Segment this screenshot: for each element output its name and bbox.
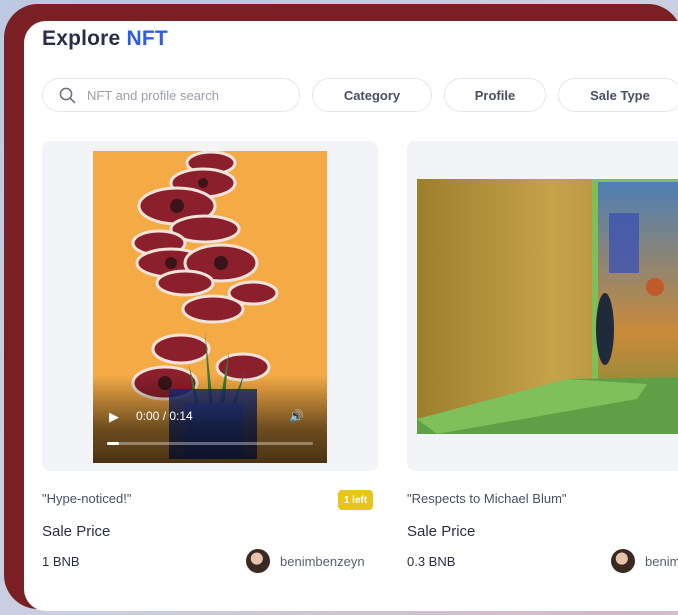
nft-image-artwork bbox=[417, 179, 678, 434]
play-icon[interactable]: ▶ bbox=[109, 409, 119, 425]
video-progress-fill bbox=[107, 442, 120, 445]
profile-filter-button[interactable]: Profile bbox=[444, 78, 546, 112]
video-time: 0:00 / 0:14 bbox=[136, 409, 193, 423]
avatar bbox=[246, 549, 270, 573]
creator-profile[interactable]: benimbenzeyn bbox=[246, 549, 365, 573]
nft-card-media[interactable]: ▶ 0:00 / 0:14 🔊 ⛶ ⋮ bbox=[42, 141, 378, 471]
video-progress-bar[interactable] bbox=[107, 442, 313, 445]
creator-profile[interactable]: benimbenzeyn bbox=[611, 549, 678, 573]
nft-video-artwork: ▶ 0:00 / 0:14 🔊 ⛶ ⋮ bbox=[93, 151, 327, 463]
sale-type-filter-button[interactable]: Sale Type bbox=[558, 78, 678, 112]
volume-icon[interactable]: 🔊 bbox=[289, 409, 304, 423]
search-icon bbox=[59, 87, 76, 103]
page-title-accent: NFT bbox=[126, 27, 168, 50]
explore-panel: Explore NFT Category Profile Sale Type bbox=[24, 21, 678, 611]
search-box[interactable] bbox=[42, 78, 300, 112]
window-frame: Explore NFT Category Profile Sale Type bbox=[4, 4, 678, 611]
sale-price-label: Sale Price bbox=[42, 523, 111, 540]
sale-price-value: 1 BNB bbox=[42, 554, 80, 569]
sale-price-label: Sale Price bbox=[407, 523, 476, 540]
nft-card-title[interactable]: "Hype-noticed!" bbox=[42, 491, 131, 506]
search-input[interactable] bbox=[85, 86, 269, 104]
category-filter-button[interactable]: Category bbox=[312, 78, 432, 112]
page-title-prefix: Explore bbox=[42, 27, 121, 50]
page-title: Explore NFT bbox=[42, 27, 168, 51]
creator-name: benimbenzeyn bbox=[280, 553, 365, 569]
avatar bbox=[611, 549, 635, 573]
video-controls: ▶ 0:00 / 0:14 🔊 ⛶ ⋮ bbox=[93, 375, 327, 463]
nft-card-title[interactable]: "Respects to Michael Blum" bbox=[407, 491, 567, 506]
nft-card-media[interactable] bbox=[407, 141, 678, 471]
creator-name: benimbenzeyn bbox=[645, 553, 678, 569]
room-painting-image bbox=[417, 179, 678, 434]
stock-badge: 1 left bbox=[338, 490, 373, 510]
sale-price-value: 0.3 BNB bbox=[407, 554, 456, 569]
